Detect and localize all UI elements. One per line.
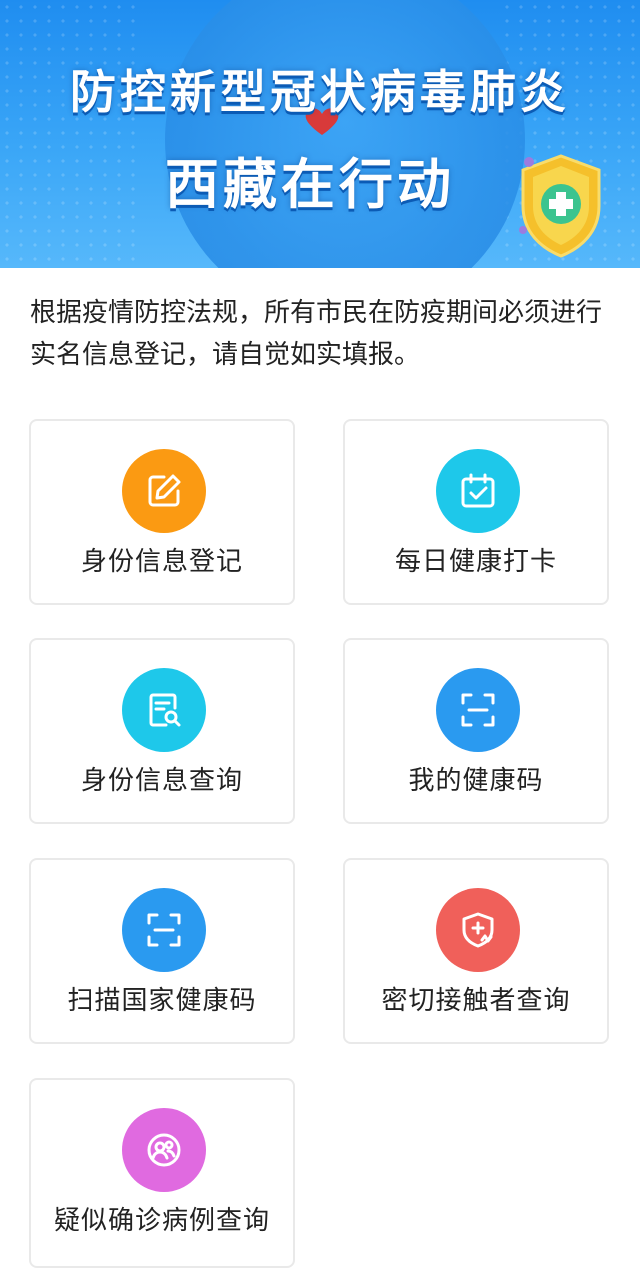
card-scan-national-health-code[interactable]: 扫描国家健康码 (29, 858, 295, 1044)
card-close-contact-query[interactable]: 密切接触者查询 (343, 858, 609, 1044)
card-suspected-confirmed-case-query[interactable]: 疑似确诊病例查询 (29, 1078, 295, 1268)
card-my-health-code[interactable]: 我的健康码 (343, 638, 609, 824)
people-icon (122, 1108, 206, 1192)
card-label: 每日健康打卡 (394, 547, 557, 577)
banner-globe (165, 0, 525, 268)
calendar-check-icon (436, 449, 520, 533)
card-label: 身份信息查询 (80, 766, 243, 796)
document-search-icon (122, 668, 206, 752)
header-banner: 防控新型冠状病毒肺炎 西藏在行动 (0, 0, 640, 268)
banner-title-line1: 防控新型冠状病毒肺炎 (70, 65, 570, 119)
notice-text: 根据疫情防控法规，所有市民在防疫期间必须进行实名信息登记，请自觉如实填报。 (30, 298, 603, 370)
scan-icon (436, 668, 520, 752)
shield-cross-icon (519, 154, 601, 258)
card-label: 我的健康码 (408, 766, 544, 796)
card-identity-register[interactable]: 身份信息登记 (29, 419, 295, 605)
banner-dot-pattern-left (0, 0, 140, 268)
card-identity-query[interactable]: 身份信息查询 (29, 638, 295, 824)
card-label: 密切接触者查询 (381, 986, 571, 1016)
card-label: 身份信息登记 (80, 547, 243, 577)
scan-icon (122, 888, 206, 972)
edit-icon (122, 449, 206, 533)
shield-plus-icon (436, 888, 520, 972)
card-daily-health-checkin[interactable]: 每日健康打卡 (343, 419, 609, 605)
card-label: 疑似确诊病例查询 (53, 1206, 270, 1236)
card-label: 扫描国家健康码 (67, 986, 257, 1016)
